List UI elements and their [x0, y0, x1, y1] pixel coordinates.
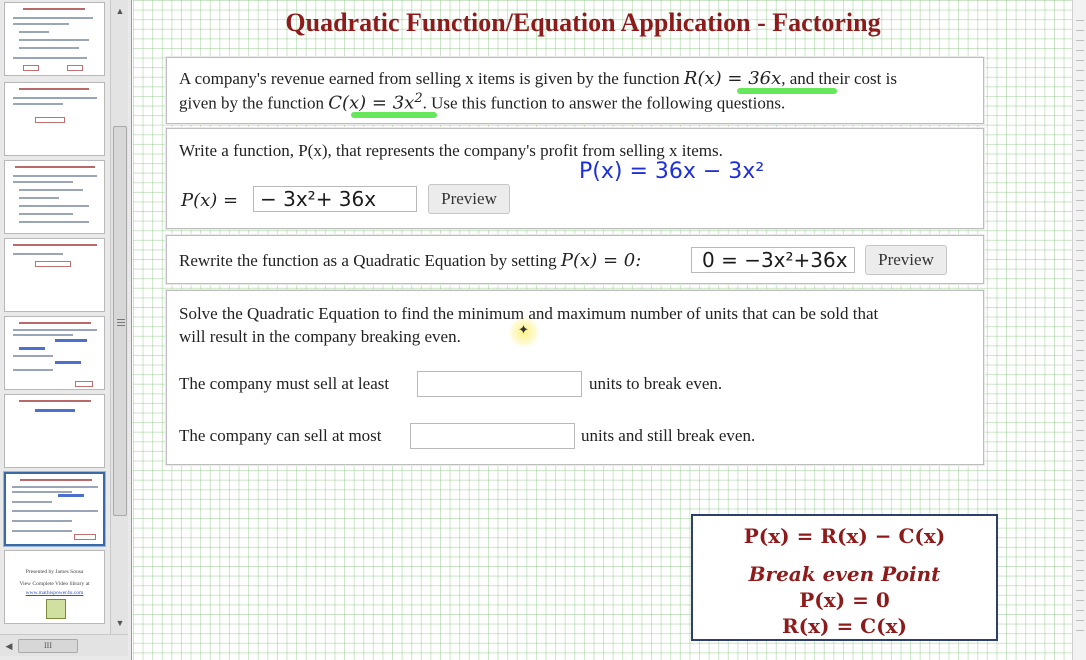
- library-link[interactable]: www.mathispower4u.com: [5, 590, 104, 596]
- thumbnail-horizontal-scrollbar[interactable]: ◀ III: [0, 634, 128, 656]
- view-library-text: View Complete Video library at: [19, 581, 90, 587]
- break-even-heading: Break even Point: [748, 562, 941, 586]
- scroll-up-arrow-icon[interactable]: ▲: [111, 2, 129, 20]
- pointer-cursor-icon: ✦: [509, 317, 539, 347]
- logo-icon: [46, 599, 66, 619]
- break-even-formula-box: P(x) = R(x) − C(x) Break even Point P(x)…: [691, 514, 998, 641]
- page-title: Quadratic Function/Equation Application …: [285, 8, 881, 37]
- slide-thumbnail-credits[interactable]: Presented by James Sousa View Complete V…: [4, 550, 105, 624]
- slide-thumbnail-7-current[interactable]: [4, 472, 105, 546]
- quadratic-equation-panel: Rewrite the function as a Quadratic Equa…: [166, 235, 984, 284]
- preview-button-profit[interactable]: Preview: [428, 184, 510, 214]
- slide-thumbnail-4[interactable]: [4, 238, 105, 312]
- solve-prompt-line2: will result in the company breaking even…: [179, 327, 461, 346]
- problem-text-line1-end: , and their cost is: [781, 69, 897, 88]
- thumbnail-list: Presented by James Sousa View Complete V…: [0, 0, 110, 634]
- preview-button-equation[interactable]: Preview: [865, 245, 947, 275]
- min-units-input[interactable]: [417, 371, 582, 397]
- scrollbar-thumb[interactable]: [113, 126, 127, 516]
- profit-input[interactable]: − 3x²+ 36x: [253, 186, 417, 212]
- cost-exponent: 2: [414, 91, 423, 106]
- equation-input[interactable]: 0 = −3x²+36x: [691, 247, 855, 273]
- slide-thumbnail-2[interactable]: [4, 82, 105, 156]
- equation-prompt: Rewrite the function as a Quadratic Equa…: [179, 251, 561, 270]
- profit-label: P(x) =: [181, 190, 239, 211]
- problem-statement-panel: A company's revenue earned from selling …: [166, 57, 984, 124]
- problem-text-line1: A company's revenue earned from selling …: [179, 69, 684, 88]
- problem-text-line2-end: . Use this function to answer the follow…: [422, 93, 786, 113]
- problem-text-line2: given by the function: [179, 93, 329, 113]
- max-units-suffix: units and still break even.: [581, 426, 756, 445]
- profit-input-value: − 3x²+ 36x: [260, 187, 377, 211]
- profit-function-panel: Write a function, P(x), that represents …: [166, 128, 984, 229]
- slide-thumbnail-1[interactable]: [4, 2, 105, 76]
- profit-formula: P(x) = R(x) − C(x): [743, 524, 946, 548]
- slide-thumbnail-3[interactable]: [4, 160, 105, 234]
- thumbnail-vertical-scrollbar[interactable]: ▲ ▼: [110, 0, 128, 634]
- max-units-input[interactable]: [410, 423, 575, 449]
- min-units-suffix: units to break even.: [589, 374, 723, 393]
- slide-thumbnail-5[interactable]: [4, 316, 105, 390]
- profit-prompt: Write a function, P(x), that represents …: [179, 141, 723, 160]
- scroll-down-arrow-icon[interactable]: ▼: [111, 614, 129, 632]
- cost-highlight: [351, 112, 437, 118]
- presented-by-text: Presented by James Sousa: [25, 569, 84, 575]
- handwritten-profit-note: P(x) = 36x − 3x²: [579, 159, 765, 184]
- min-units-label: The company must sell at least: [179, 374, 390, 393]
- equation-input-value: 0 = −3x²+36x: [702, 248, 848, 272]
- slide-thumbnail-6[interactable]: [4, 394, 105, 468]
- break-even-panel: Solve the Quadratic Equation to find the…: [166, 290, 984, 465]
- profit-zero-formula: P(x) = 0: [799, 588, 890, 612]
- revenue-equals-cost-formula: R(x) = C(x): [782, 614, 907, 638]
- slide-thumbnail-panel: Presented by James Sousa View Complete V…: [0, 0, 132, 660]
- scroll-left-arrow-icon[interactable]: ◀: [2, 638, 16, 654]
- horizontal-scrollbar-thumb[interactable]: III: [18, 639, 78, 653]
- max-units-label: The company can sell at most: [179, 426, 382, 445]
- revenue-function: R(x) = 36x: [683, 68, 782, 89]
- slide-vertical-scrollbar[interactable]: [1072, 0, 1086, 660]
- equation-prompt-math: P(x) = 0:: [560, 250, 642, 271]
- cost-function: C(x) = 3x: [328, 92, 415, 114]
